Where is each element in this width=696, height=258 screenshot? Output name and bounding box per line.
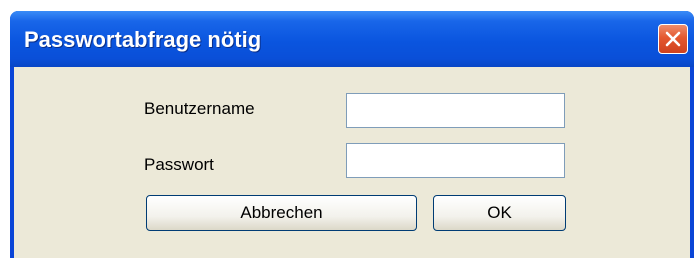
password-label: Passwort [144, 155, 214, 174]
close-icon [665, 31, 681, 47]
ok-button[interactable]: OK [433, 195, 566, 231]
dialog-body: Benutzername Passwort Abbrechen OK [14, 67, 690, 258]
password-dialog: Passwortabfrage nötig Benutzername Passw… [10, 11, 694, 258]
title-bar[interactable]: Passwortabfrage nötig [10, 11, 694, 67]
dialog-title: Passwortabfrage nötig [24, 27, 262, 52]
username-field[interactable] [346, 93, 565, 128]
password-field[interactable] [346, 143, 565, 178]
close-button[interactable] [658, 24, 688, 54]
cancel-button[interactable]: Abbrechen [146, 195, 417, 231]
username-label: Benutzername [144, 99, 255, 118]
